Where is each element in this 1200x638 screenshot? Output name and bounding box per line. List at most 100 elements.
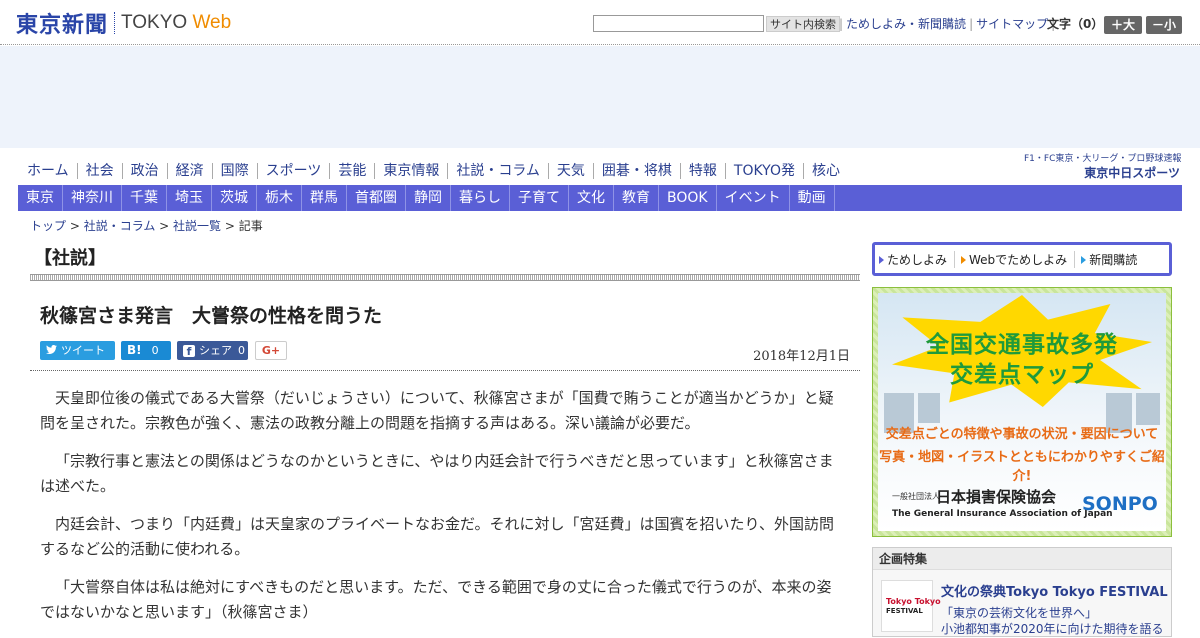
chunichi-tagline: F1・FC東京・大リーグ・プロ野球速報 — [1024, 154, 1182, 164]
chunichi-sports-link[interactable]: F1・FC東京・大リーグ・プロ野球速報 東京中日スポーツ — [1024, 154, 1182, 181]
nav-item-weather[interactable]: 天気 — [549, 163, 594, 179]
google-plus-button[interactable]: G+ — [255, 341, 287, 360]
site-logo[interactable]: 東京新聞 TOKYO Web — [16, 9, 231, 38]
section-label: 【社説】 — [34, 248, 106, 269]
nav-item-tokyo-info[interactable]: 東京情報 — [375, 163, 449, 179]
nav-item-special[interactable]: 特報 — [681, 163, 726, 179]
section-divider — [30, 274, 860, 281]
article-date: 2018年12月1日 — [753, 349, 850, 364]
feature-thumbnail[interactable]: Tokyo Tokyo FESTIVAL — [881, 580, 941, 632]
nav-item-sports[interactable]: スポーツ — [258, 163, 331, 179]
article-paragraph: 「大嘗祭自体は私は絶対にすべきものだと思います。ただ、できる範囲で身の丈に合った… — [40, 578, 832, 621]
header-link-sitemap[interactable]: サイトマップ — [976, 17, 1048, 31]
tweet-label: ツイート — [61, 344, 105, 357]
subscription-bar: ためしよみ Webでためしよみ 新聞購読 — [872, 242, 1172, 276]
triangle-right-icon — [961, 256, 967, 264]
nav-item-home[interactable]: ホーム — [18, 163, 78, 179]
article-divider — [30, 370, 860, 371]
local-nav-shutoken[interactable]: 首都圏 — [347, 185, 406, 211]
nav-item-society[interactable]: 社会 — [78, 163, 123, 179]
ad-org-name: 日本損害保険協会 — [936, 488, 1057, 506]
breadcrumb-sep: > — [66, 219, 84, 233]
nav-item-entertainment[interactable]: 芸能 — [330, 163, 376, 179]
local-nav-parenting[interactable]: 子育て — [510, 185, 569, 211]
nav-item-editorial[interactable]: 社説・コラム — [448, 163, 549, 179]
hatena-bookmark-button[interactable]: B! 0 — [121, 341, 171, 360]
feature-title-link[interactable]: 文化の祭典Tokyo Tokyo FESTIVAL — [941, 581, 1168, 600]
font-larger-button[interactable]: ＋大 — [1104, 16, 1142, 34]
feature-subtitle-link[interactable]: 「東京の芸術文化を世界へ」 — [941, 604, 1097, 621]
subscribe-link[interactable]: 新聞購読 — [1081, 251, 1144, 268]
local-nav-education[interactable]: 教育 — [614, 185, 659, 211]
ad-org-prefix: 一般社団法人 — [892, 492, 940, 501]
breadcrumb-editorial[interactable]: 社説・コラム — [84, 219, 156, 233]
logo-en-web: Web — [192, 12, 232, 33]
ad-desc-line2: 写真・地図・イラストとともにわかりやすくご紹介! — [879, 450, 1165, 484]
ad-title-line2: 交差点マップ — [950, 362, 1094, 388]
nav-item-politics[interactable]: 政治 — [123, 163, 168, 179]
web-trial-reading-label: Webでためしよみ — [969, 252, 1068, 267]
local-nav: 東京 神奈川 千葉 埼玉 茨城 栃木 群馬 首都圏 静岡 暮らし 子育て 文化 … — [18, 185, 1182, 211]
trial-reading-link[interactable]: ためしよみ — [879, 250, 956, 268]
article-paragraph: 内廷会計、つまり「内廷費」は天皇家のプライベートなお金だ。それに対し「宮廷費」は… — [40, 515, 834, 558]
local-nav-living[interactable]: 暮らし — [451, 185, 510, 211]
logo-en-prefix: TOKYO — [121, 12, 193, 33]
ad-building — [918, 393, 940, 423]
facebook-f-icon: f — [183, 344, 195, 358]
local-nav-kanagawa[interactable]: 神奈川 — [63, 185, 122, 211]
site-search-input[interactable] — [593, 15, 764, 32]
ad-building — [1136, 393, 1160, 425]
header-link-divider: | — [839, 17, 844, 31]
nav-item-go-shogi[interactable]: 囲碁・将棋 — [594, 163, 681, 179]
nav-item-international[interactable]: 国際 — [213, 163, 258, 179]
breadcrumb-current: 記事 — [238, 219, 263, 233]
breadcrumb-sep: > — [221, 219, 239, 233]
site-header: 東京新聞 TOKYO Web サイト内検索 | ためしよみ・新聞購読 | サイトマップ… — [0, 0, 1200, 45]
nav-item-core[interactable]: 核心 — [804, 163, 848, 179]
local-nav-chiba[interactable]: 千葉 — [122, 185, 167, 211]
logo-divider — [114, 12, 116, 34]
local-nav-tokyo[interactable]: 東京 — [18, 185, 63, 211]
trial-reading-label: ためしよみ — [887, 252, 948, 267]
nav-item-economy[interactable]: 経済 — [168, 163, 213, 179]
triangle-right-icon — [1081, 256, 1087, 264]
twitter-bird-icon — [46, 341, 57, 360]
hatena-b-icon: B! — [127, 343, 142, 357]
chunichi-logo: 東京中日スポーツ — [1084, 166, 1180, 180]
local-nav-saitama[interactable]: 埼玉 — [167, 185, 212, 211]
local-nav-culture[interactable]: 文化 — [569, 185, 614, 211]
article-body: 天皇即位後の儀式である大嘗祭（だいじょうさい）について、秋篠宮さまが「国費で賄う… — [40, 386, 840, 638]
logo-japanese: 東京新聞 — [16, 12, 109, 38]
feature-heading: 企画特集 — [873, 548, 1171, 570]
nav-item-tokyo-hatsu[interactable]: TOKYO発 — [726, 163, 804, 179]
main-nav: ホーム 社会 政治 経済 国際 スポーツ 芸能 東京情報 社説・コラム 天気 囲… — [18, 159, 848, 183]
local-nav-ibaraki[interactable]: 茨城 — [212, 185, 257, 211]
local-nav-event[interactable]: イベント — [717, 185, 790, 211]
triangle-right-icon — [879, 256, 884, 264]
breadcrumb-top[interactable]: トップ — [30, 219, 66, 233]
facebook-share-button[interactable]: f シェア 0 — [177, 341, 248, 360]
font-smaller-button[interactable]: －小 — [1146, 16, 1182, 34]
local-nav-shizuoka[interactable]: 静岡 — [406, 185, 451, 211]
local-nav-book[interactable]: BOOK — [659, 185, 717, 211]
web-trial-reading-link[interactable]: Webでためしよみ — [961, 250, 1076, 268]
feature-thumb-logo: Tokyo Tokyo — [886, 597, 941, 606]
google-plus-icon: G+ — [261, 344, 281, 357]
hatena-count: 0 — [151, 344, 159, 357]
site-search-button[interactable]: サイト内検索 — [766, 16, 840, 32]
feature-subtitle-link[interactable]: 小池都知事が2020年に向けた期待を語る — [941, 620, 1164, 637]
sidebar-ad-traffic-map[interactable]: 全国交通事故多発 交差点マップ 交差点ごとの特徴や事故の状況・要因について 写真… — [872, 287, 1172, 537]
ad-title-line1: 全国交通事故多発 — [926, 332, 1118, 358]
local-nav-video[interactable]: 動画 — [790, 185, 835, 211]
logo-english: TOKYO Web — [121, 12, 231, 34]
local-nav-tochigi[interactable]: 栃木 — [257, 185, 302, 211]
sonpo-logo: SONPO — [1082, 493, 1158, 515]
top-ad-banner — [0, 46, 1200, 148]
tweet-button[interactable]: ツイート — [40, 341, 115, 360]
breadcrumb-sep: > — [155, 219, 174, 233]
header-link-subscribe[interactable]: ためしよみ・新聞購読 — [846, 17, 966, 31]
article-paragraph: 「宗教行事と憲法との関係はどうなのかというときに、やはり内廷会計で行うべきだと思… — [40, 452, 834, 495]
breadcrumb-editorial-list[interactable]: 社説一覧 — [173, 219, 221, 233]
ad-org-english: The General Insurance Association of Jap… — [892, 509, 1113, 519]
local-nav-gunma[interactable]: 群馬 — [302, 185, 347, 211]
